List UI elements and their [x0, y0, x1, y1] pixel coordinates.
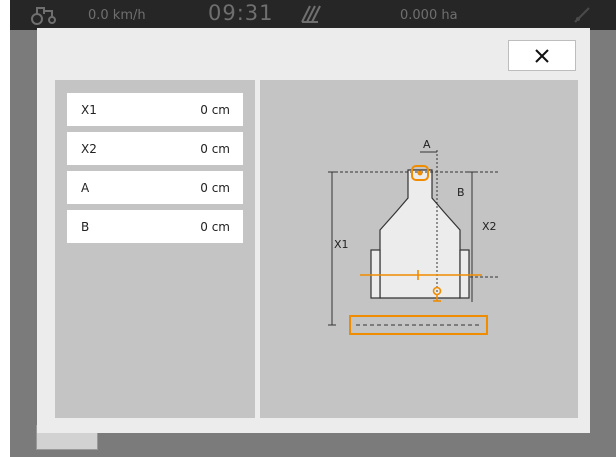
screen: 0.0 km/h 09:31 0.000 ha X1 0 cm X2 0 cm … [0, 0, 616, 457]
tractor-body-shape [379, 169, 461, 299]
dimension-value: 0 cm [200, 180, 230, 195]
close-button[interactable] [508, 40, 576, 71]
dimension-row-x1[interactable]: X1 0 cm [67, 93, 243, 126]
right-wheel [459, 249, 470, 299]
label-b: B [457, 186, 465, 199]
dimension-value: 0 cm [200, 219, 230, 234]
left-wheel [370, 249, 381, 299]
label-x1: X1 [334, 238, 349, 251]
dimension-row-a[interactable]: A 0 cm [67, 171, 243, 204]
label-a: A [423, 138, 431, 151]
field-icon [301, 5, 321, 23]
dimension-value: 0 cm [200, 141, 230, 156]
dimension-label: A [81, 180, 90, 195]
dimension-label: X1 [81, 102, 97, 117]
area-readout: 0.000 ha [400, 8, 458, 23]
label-x2: X2 [482, 220, 497, 233]
signal-icon [574, 7, 590, 23]
dimension-list: X1 0 cm X2 0 cm A 0 cm B 0 cm [67, 93, 243, 249]
dimension-row-b[interactable]: B 0 cm [67, 210, 243, 243]
dimension-row-x2[interactable]: X2 0 cm [67, 132, 243, 165]
tractor-icon [31, 7, 56, 25]
dimension-label: X2 [81, 141, 97, 156]
dimension-label: B [81, 219, 90, 234]
close-icon [535, 48, 549, 63]
dimension-value: 0 cm [200, 102, 230, 117]
implement-dimensions-diagram: X1 X2 B A [328, 138, 500, 335]
speed-readout: 0.0 km/h [88, 8, 146, 23]
clock: 09:31 [208, 1, 274, 25]
